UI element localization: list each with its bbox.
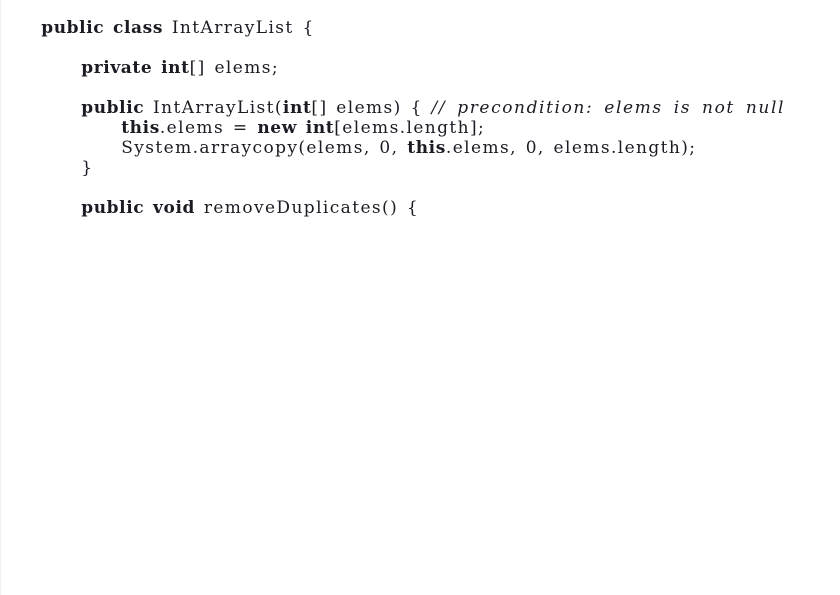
code-line-method-signature: public void removeDuplicates() { <box>46 178 419 238</box>
code-text: System.arraycopy(elems, 0, <box>121 138 408 158</box>
closing-brace: } <box>81 158 94 178</box>
code-text: .elems, 0, elems.length); <box>445 138 697 158</box>
class-name: IntArrayList { <box>163 18 315 38</box>
keyword-void: void <box>153 198 196 218</box>
keyword-class: class <box>113 18 164 38</box>
keyword-public: public <box>81 198 145 218</box>
page-edge <box>0 0 1 595</box>
keyword-this: this <box>407 138 446 158</box>
keyword-int: int <box>161 58 190 78</box>
code-line-arraycopy: System.arraycopy(elems, 0, this.elems, 0… <box>86 118 696 178</box>
code-text: [] elems; <box>189 58 279 78</box>
method-name: removeDuplicates() { <box>195 198 420 218</box>
keyword-private: private <box>81 58 153 78</box>
keyword-public: public <box>41 18 105 38</box>
